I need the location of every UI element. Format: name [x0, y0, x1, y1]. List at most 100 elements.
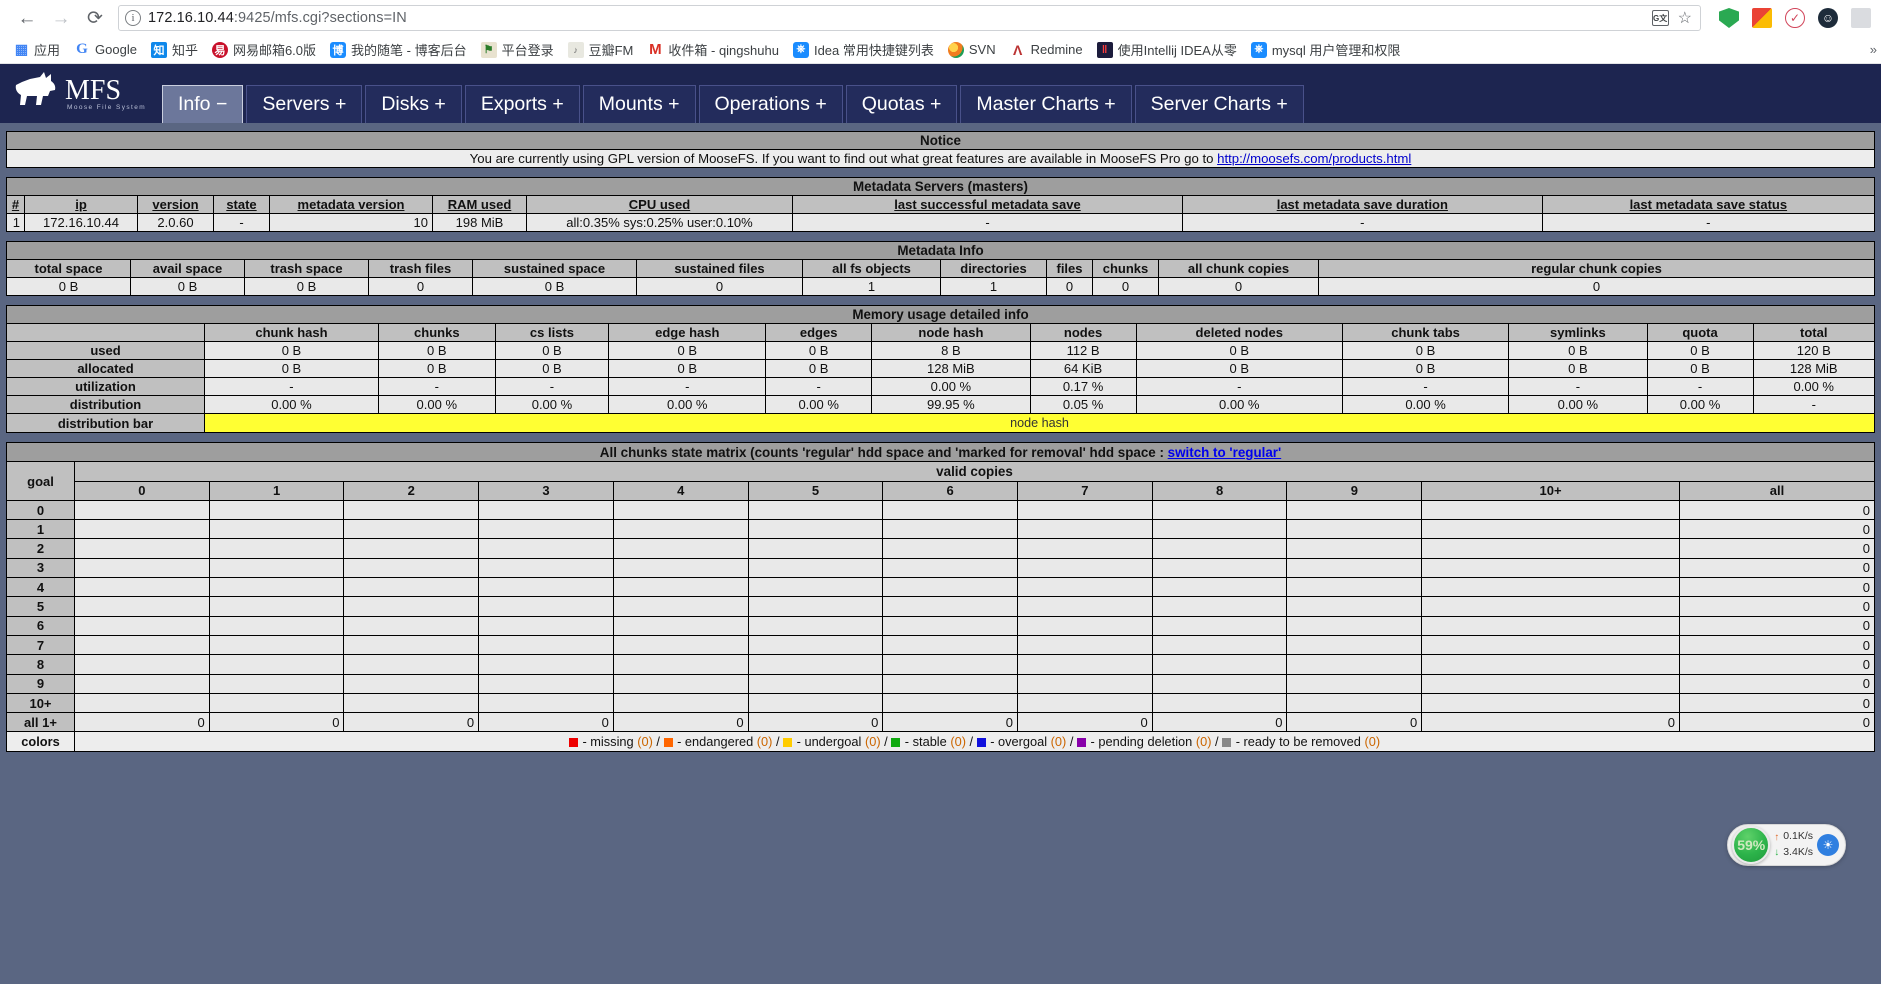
reload-icon[interactable]: ⟳ — [78, 1, 112, 35]
tab-exports[interactable]: Exports + — [464, 84, 580, 123]
legend-label: - stable — [901, 734, 951, 750]
speed-percent-ball[interactable]: 59% — [1732, 826, 1771, 864]
intellij-book-icon: ‖ — [1096, 41, 1113, 58]
tab-server-charts[interactable]: Server Charts + — [1134, 84, 1304, 123]
bookmark-redmine[interactable]: Λ Redmine — [1003, 40, 1090, 60]
matrix-cell — [1151, 577, 1288, 598]
matrix-col-3: 3 — [478, 480, 614, 501]
bookmark-google[interactable]: G Google — [67, 40, 144, 60]
memory-cell: 0.00 % — [765, 395, 873, 414]
bookmark-idea-shortcuts[interactable]: ⎈ Idea 常用快捷键列表 — [786, 38, 941, 61]
switch-to-regular-link[interactable]: switch to 'regular' — [1168, 445, 1282, 460]
mfs-logo[interactable]: MFS Moose File System — [4, 64, 162, 123]
matrix-col-all: all — [1678, 480, 1876, 501]
distribution-bar: node hash — [204, 413, 1875, 433]
tab-mounts[interactable]: Mounts + — [582, 84, 696, 123]
clock-icon[interactable]: ✓ — [1785, 8, 1805, 28]
matrix-cell — [74, 673, 210, 694]
bookmark-label: 我的随笔 - 博客后台 — [351, 43, 467, 58]
tab-quotas[interactable]: Quotas + — [845, 84, 958, 123]
bookmark-platform-login[interactable]: ⚑ 平台登录 — [474, 38, 561, 61]
memory-cell: - — [1508, 377, 1648, 396]
download-helper-icon[interactable] — [1752, 8, 1772, 28]
col-quota: quota — [1646, 323, 1754, 342]
col-all-fs-objects: all fs objects — [802, 259, 941, 278]
tab-operations[interactable]: Operations + — [698, 84, 843, 123]
legend-item-pending-deletion: - pending deletion (0) — [1076, 734, 1211, 749]
matrix-col-5: 5 — [747, 480, 884, 501]
col-cpu-used[interactable]: CPU used — [526, 195, 793, 214]
matrix-cell — [1151, 692, 1288, 714]
col-chunks: chunks — [377, 323, 496, 342]
bookmark-apps[interactable]: ▦ 应用 — [6, 38, 67, 61]
matrix-cell — [612, 692, 749, 714]
bookmark-netease-mail[interactable]: 易 网易邮箱6.0版 — [205, 38, 323, 61]
col-version[interactable]: version — [137, 195, 214, 214]
matrix-cell — [612, 519, 749, 540]
matrix-col-4: 4 — [612, 480, 749, 501]
qr-grid-icon[interactable] — [1851, 8, 1871, 28]
bookmark-star-icon[interactable]: ☆ — [1678, 8, 1692, 28]
col-save-status[interactable]: last metadata save status — [1541, 195, 1876, 214]
table-row: used 0 B0 B0 B0 B0 B8 B 112 B0 B0 B0 B0 B1… — [6, 341, 1876, 360]
table-row: 30 — [6, 557, 1876, 579]
matrix-cell — [747, 673, 884, 694]
col-trash-files: trash files — [368, 259, 473, 278]
bookmarks-overflow-icon[interactable]: » — [1870, 42, 1877, 57]
profile-face-icon[interactable]: ☺ — [1818, 8, 1838, 28]
bookmark-zhihu[interactable]: 知 知乎 — [144, 38, 205, 61]
table-row: 40 — [6, 577, 1876, 598]
col-save-duration[interactable]: last metadata save duration — [1182, 195, 1543, 214]
tab-disks[interactable]: Disks + — [365, 84, 462, 123]
col-deleted-nodes: deleted nodes — [1135, 323, 1343, 342]
bookmark-svn[interactable]: SVN — [941, 40, 1003, 60]
legend-count: (0) — [950, 734, 966, 750]
bookmark-label: Idea 常用快捷键列表 — [813, 43, 934, 58]
col-metadata-version[interactable]: metadata version — [269, 195, 433, 214]
tab-servers[interactable]: Servers + — [246, 84, 363, 123]
memory-cell: 0.00 % — [871, 377, 1031, 396]
memory-row-label: used — [6, 341, 205, 360]
matrix-cell — [1017, 654, 1153, 675]
address-bar[interactable]: i 172.16.10.44:9425/mfs.cgi?sections=IN … — [118, 5, 1701, 31]
bookmark-intellij-book[interactable]: ‖ 使用Intellij IDEA从零 — [1090, 38, 1244, 61]
memory-cell: - — [494, 377, 610, 396]
notice-body: You are currently using GPL version of M… — [6, 149, 1875, 168]
adblock-shield-icon[interactable] — [1719, 8, 1739, 28]
moosefs-products-link[interactable]: http://moosefs.com/products.html — [1217, 151, 1411, 166]
bookmark-douban-fm[interactable]: ♪ 豆瓣FM — [561, 38, 641, 61]
col-state[interactable]: state — [213, 195, 270, 214]
matrix-cell: 0 — [1678, 692, 1876, 714]
site-info-icon[interactable]: i — [125, 10, 141, 26]
col-ip[interactable]: ip — [24, 195, 138, 214]
globe-icon[interactable]: ☀ — [1817, 834, 1839, 856]
memory-row-label-col — [6, 323, 205, 342]
col-total-space: total space — [6, 259, 131, 278]
matrix-cell: 0 — [74, 712, 210, 733]
col-last-save[interactable]: last successful metadata save — [792, 195, 1183, 214]
col-symlinks: symlinks — [1508, 323, 1648, 342]
col-nodes: nodes — [1029, 323, 1137, 342]
cell-files: 0 — [1046, 277, 1093, 296]
speed-rates: ↑ 0.1K/s ↓ 3.4K/s — [1774, 829, 1813, 861]
matrix-cell — [1421, 499, 1680, 521]
col-ram-used[interactable]: RAM used — [432, 195, 527, 214]
tab-info[interactable]: Info − — [162, 84, 244, 123]
matrix-cell — [343, 615, 480, 636]
cell-ip: 172.16.10.44 — [24, 213, 138, 232]
matrix-cell — [74, 654, 210, 675]
bookmark-blog[interactable]: 博 我的随笔 - 博客后台 — [323, 38, 474, 61]
cell-sustained-space: 0 B — [472, 277, 637, 296]
matrix-cell — [747, 499, 884, 521]
matrix-cell: 0 — [1151, 712, 1288, 733]
matrix-cell — [478, 557, 614, 579]
tab-master-charts[interactable]: Master Charts + — [960, 84, 1132, 123]
bookmark-mysql[interactable]: ⎈ mysql 用户管理和权限 — [1244, 38, 1408, 61]
network-speed-widget[interactable]: 59% ↑ 0.1K/s ↓ 3.4K/s ☀ — [1727, 824, 1846, 866]
translate-icon[interactable]: G文 — [1651, 10, 1669, 26]
matrix-cell — [74, 692, 210, 714]
bookmark-gmail[interactable]: M 收件箱 - qingshuhu — [640, 38, 786, 61]
back-arrow-icon[interactable]: ← — [10, 1, 44, 35]
memory-cell: 128 MiB — [871, 359, 1031, 378]
matrix-cell — [208, 499, 345, 521]
